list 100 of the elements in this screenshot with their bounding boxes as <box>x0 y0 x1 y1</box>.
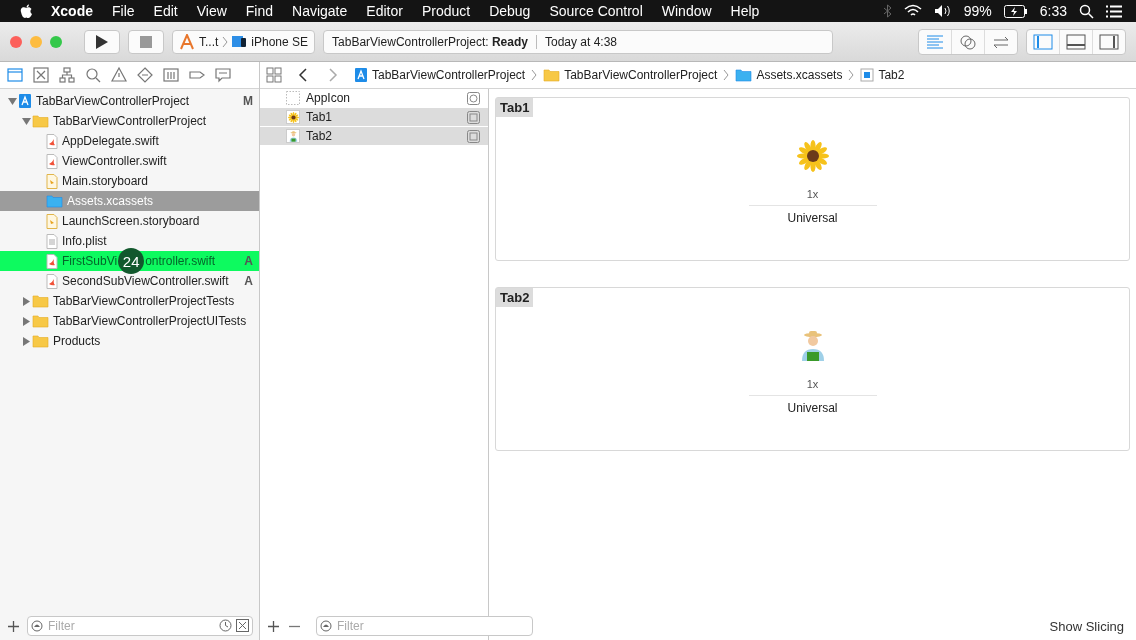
breadcrumb[interactable]: Assets.xcassets <box>756 68 843 82</box>
file-name: FirstSubVi <box>62 254 118 268</box>
expand-triangle-icon[interactable] <box>21 316 31 326</box>
expand-triangle-icon[interactable] <box>21 296 31 306</box>
storyboard-file-icon <box>46 213 58 229</box>
folder-icon[interactable] <box>6 66 24 84</box>
swift-file-icon <box>46 153 58 169</box>
folder-icon <box>32 334 49 348</box>
diamond-icon[interactable] <box>136 66 154 84</box>
run-button[interactable] <box>84 29 120 54</box>
folder-icon <box>735 68 753 82</box>
editor-mode-control[interactable] <box>918 28 1018 55</box>
panel-toggle-control[interactable] <box>1026 28 1126 55</box>
menu-item[interactable]: File <box>112 3 135 19</box>
file-name: Products <box>53 334 101 348</box>
show-slicing-button[interactable]: Show Slicing <box>1049 619 1130 640</box>
menu-item[interactable]: View <box>196 3 227 19</box>
menu-item[interactable]: Edit <box>153 3 178 19</box>
device-name[interactable]: iPhone SE <box>251 34 309 49</box>
breadcrumb[interactable]: Tab2 <box>878 68 905 82</box>
menu-item[interactable]: Help <box>730 3 760 19</box>
file-row[interactable]: TabBarViewControllerProject M <box>0 91 259 111</box>
image-set-icon <box>860 68 875 82</box>
speech-bubble-icon[interactable] <box>214 66 232 84</box>
file-row[interactable]: ViewController.swift <box>0 151 259 171</box>
collapse-triangle-icon[interactable] <box>21 116 31 126</box>
farmer-figure-icon <box>287 130 299 142</box>
device-icon <box>232 35 248 48</box>
forward-icon[interactable] <box>328 68 338 82</box>
scheme-name[interactable]: T...t <box>199 34 219 49</box>
filter-field[interactable]: Filter <box>27 616 253 636</box>
chevron-icon <box>531 69 538 81</box>
battery-charging-icon[interactable] <box>1003 4 1028 18</box>
back-icon[interactable] <box>298 68 308 82</box>
breadcrumb[interactable]: TabBarViewControllerProject <box>372 68 526 82</box>
collapse-triangle-icon[interactable] <box>7 96 17 106</box>
image-slot-icon <box>467 129 480 143</box>
volume-icon[interactable] <box>933 4 952 18</box>
menu-item[interactable]: Xcode <box>51 3 93 19</box>
idiom-label: Universal <box>787 211 838 225</box>
file-name: TabBarViewControllerProjectUITests <box>53 314 247 328</box>
clock-time[interactable]: 6:33 <box>1039 3 1067 19</box>
activity-time: Today at 4:38 <box>544 34 617 49</box>
swift-file-icon <box>46 253 58 269</box>
scale-label: 1x <box>806 378 819 390</box>
clock-icon[interactable] <box>219 619 232 632</box>
folder-icon <box>32 114 49 128</box>
folder-icon <box>32 294 49 308</box>
stop-button[interactable] <box>128 29 164 54</box>
menu-item[interactable]: Editor <box>366 3 403 19</box>
asset-name: Tab1 <box>306 110 333 124</box>
expand-triangle-icon[interactable] <box>21 336 31 346</box>
swift-file-icon <box>46 273 58 289</box>
wifi-icon[interactable] <box>903 4 922 18</box>
play-icon <box>96 34 108 49</box>
asset-row[interactable]: AppIcon <box>260 89 488 107</box>
swift-file-icon <box>46 133 58 149</box>
file-name: Main.storyboard <box>62 174 149 188</box>
bluetooth-icon[interactable] <box>882 4 892 18</box>
menu-item[interactable]: Product <box>421 3 471 19</box>
menu-item[interactable]: Navigate <box>292 3 348 19</box>
asset-name: Tab2 <box>306 129 333 143</box>
file-name: AppDelegate.swift <box>62 134 159 148</box>
app-icon-slot-icon <box>467 91 480 105</box>
file-row[interactable]: Info.plist <box>0 231 259 251</box>
storyboard-file-icon <box>46 173 58 189</box>
image-slot-icon <box>467 110 480 124</box>
stop-icon <box>140 35 152 48</box>
close-button[interactable] <box>10 35 22 48</box>
scheme-selector[interactable]: T...t iPhone SE <box>172 29 316 54</box>
file-row[interactable]: Main.storyboard <box>0 171 259 191</box>
file-row[interactable]: SecondSubViewController.swift A <box>0 271 259 291</box>
project-icon <box>354 67 368 83</box>
menu-item[interactable]: Find <box>245 3 274 19</box>
file-row[interactable]: TabBarViewControllerProjectUITests <box>0 311 259 331</box>
asset-row[interactable]: Tab1 <box>260 108 488 126</box>
grid-icon[interactable] <box>266 67 282 83</box>
breadcrumb[interactable]: TabBarViewControllerProject <box>564 68 718 82</box>
chevron-icon <box>723 69 730 81</box>
source-control-icon[interactable] <box>236 619 249 632</box>
search-icon[interactable] <box>1079 3 1094 19</box>
idiom-label: Universal <box>787 401 838 415</box>
file-row[interactable]: TabBarViewControllerProjectTests <box>0 291 259 311</box>
asset-row[interactable]: Tab2 <box>260 127 488 145</box>
file-row[interactable]: FirstSubVi 24 ontroller.swift A <box>0 251 259 271</box>
menu-item[interactable]: Window <box>661 3 712 19</box>
file-row[interactable]: Products <box>0 331 259 351</box>
menu-icon[interactable] <box>1106 4 1122 18</box>
apple-logo-icon[interactable] <box>20 3 33 19</box>
gauge-icon[interactable] <box>162 66 180 84</box>
warning-icon[interactable] <box>110 66 128 84</box>
file-row[interactable]: TabBarViewControllerProject <box>0 111 259 131</box>
file-row[interactable]: AppDelegate.swift <box>0 131 259 151</box>
menu-item[interactable]: Source Control <box>549 3 643 19</box>
source-control-icon[interactable] <box>32 66 50 84</box>
menu-item[interactable]: Debug <box>489 3 531 19</box>
file-row[interactable]: LaunchScreen.storyboard <box>0 211 259 231</box>
filter-field[interactable]: Filter <box>316 616 533 636</box>
hierarchy-icon[interactable] <box>58 66 76 84</box>
file-name: Assets.xcassets <box>67 194 154 208</box>
